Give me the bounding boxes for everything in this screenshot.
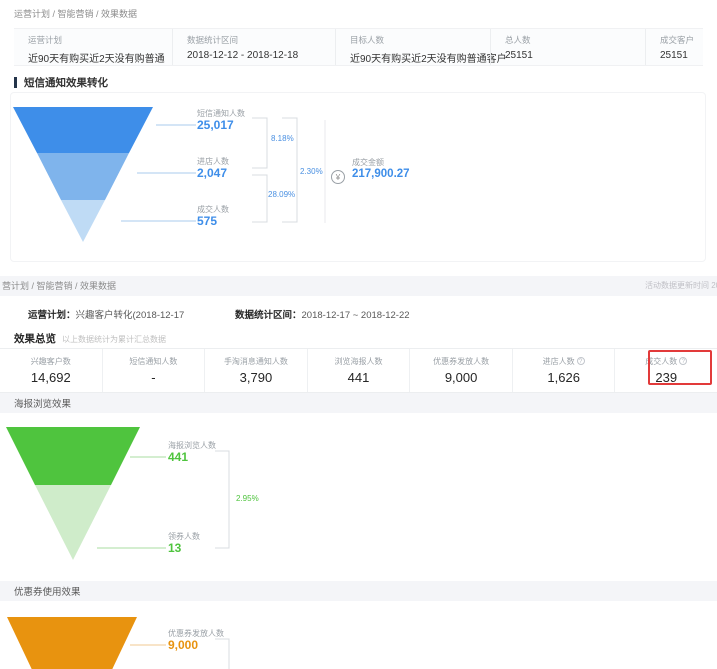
- campaign-plan-row: 运营计划：兴趣客户转化(2018-12-17: [28, 305, 184, 323]
- range-value: 2018-12-17 ~ 2018-12-22: [302, 310, 410, 321]
- funnel-step-value: 2,047: [197, 166, 227, 180]
- stat-cell: 进店人数? 1,626: [512, 349, 615, 392]
- stat-label: 手淘消息通知人数: [205, 356, 307, 367]
- poster-section-band: 海报浏览效果: [0, 393, 717, 413]
- coupon-section-band: 优惠券使用效果: [0, 581, 717, 601]
- info-value: 近90天有购买近2天没有购普通: [28, 50, 172, 65]
- stat-value: -: [103, 370, 205, 385]
- info-cell-target: 目标人数 近90天有购买近2天没有购普通客户: [335, 29, 490, 65]
- info-value: 25151: [660, 50, 703, 61]
- stat-label: 优惠券发放人数: [410, 356, 512, 367]
- stat-label: 进店人数?: [513, 356, 615, 367]
- info-cell-total: 总人数 25151: [490, 29, 645, 65]
- stat-cell: 优惠券发放人数 9,000: [409, 349, 512, 392]
- conversion-rate-step1: 8.18%: [271, 134, 294, 143]
- info-label: 成交客户: [660, 34, 703, 46]
- info-value: 25151: [505, 50, 645, 61]
- overview-title: 效果总览: [14, 331, 56, 346]
- info-cell-range: 数据统计区间 2018-12-12 - 2018-12-18: [172, 29, 335, 65]
- highlight-box: [648, 350, 712, 385]
- range-label: 数据统计区间：: [235, 310, 302, 321]
- stat-cell: 兴趣客户数 14,692: [0, 349, 102, 392]
- section-title-sms: 短信通知效果转化: [14, 75, 108, 90]
- stat-label: 兴趣客户数: [0, 356, 102, 367]
- currency-yen-icon: ¥: [331, 170, 345, 184]
- stat-value: 1,626: [513, 370, 615, 385]
- info-value: 2018-12-12 - 2018-12-18: [187, 50, 335, 61]
- overview-stats-table: 兴趣客户数 14,692 短信通知人数 - 手淘消息通知人数 3,790 浏览海…: [0, 348, 717, 393]
- stat-cell: 短信通知人数 -: [102, 349, 205, 392]
- stat-value: 3,790: [205, 370, 307, 385]
- conversion-rate-total: 2.30%: [300, 167, 323, 176]
- info-value: 近90天有购买近2天没有购普通客户: [350, 50, 490, 65]
- deal-amount-label: 成交金额: [352, 157, 384, 168]
- plan-value: 兴趣客户转化(2018-12-17: [76, 310, 185, 321]
- campaign-breadcrumb-band: 营计划 / 智能营销 / 效果数据 活动数据更新时间 2018-12: [0, 276, 717, 296]
- help-icon[interactable]: ?: [577, 357, 585, 365]
- info-label: 总人数: [505, 34, 645, 46]
- data-update-time: 活动数据更新时间 2018-12: [645, 276, 717, 296]
- conversion-rate-step2: 28.09%: [268, 190, 295, 199]
- plan-label: 运营计划：: [28, 310, 76, 321]
- sms-funnel-chart: 短信通知人数 25,017 进店人数 2,047 成交人数 575 8.18% …: [0, 93, 717, 265]
- info-label: 运营计划: [28, 34, 172, 46]
- coupon-section-title: 优惠券使用效果: [14, 587, 81, 598]
- conversion-rate: 2.95%: [236, 494, 259, 503]
- info-cell-plan: 运营计划 近90天有购买近2天没有购普通: [14, 29, 172, 65]
- stat-label: 短信通知人数: [103, 356, 205, 367]
- stat-label: 浏览海报人数: [308, 356, 410, 367]
- funnel-step-value: 13: [168, 541, 181, 555]
- coupon-funnel-graphic: [0, 599, 717, 669]
- campaign-info-table: 运营计划 近90天有购买近2天没有购普通 数据统计区间 2018-12-12 -…: [14, 28, 703, 66]
- breadcrumb[interactable]: 运营计划 / 智能营销 / 效果数据: [14, 7, 137, 20]
- stat-value: 441: [308, 370, 410, 385]
- funnel-step-value: 25,017: [197, 118, 234, 132]
- stat-cell: 浏览海报人数 441: [307, 349, 410, 392]
- deal-amount-value: 217,900.27: [352, 168, 410, 180]
- info-cell-deal: 成交客户 25151: [645, 29, 703, 65]
- poster-funnel-graphic: [0, 413, 717, 575]
- poster-funnel-chart: 海报浏览人数 441 领券人数 13 2.95%: [0, 413, 717, 575]
- title-bar-marker: [14, 77, 17, 88]
- stat-cell: 手淘消息通知人数 3,790: [204, 349, 307, 392]
- coupon-funnel-chart: 优惠券发放人数 9,000: [0, 599, 717, 669]
- info-label: 目标人数: [350, 34, 490, 46]
- section-title-text: 短信通知效果转化: [24, 75, 108, 90]
- info-label: 数据统计区间: [187, 34, 335, 46]
- poster-section-title: 海报浏览效果: [14, 399, 71, 410]
- funnel-step-value: 441: [168, 450, 188, 464]
- funnel-step-value: 575: [197, 214, 217, 228]
- breadcrumb[interactable]: 营计划 / 智能营销 / 效果数据: [2, 276, 116, 296]
- funnel-step-value: 9,000: [168, 638, 198, 652]
- campaign-range-row: 数据统计区间：2018-12-17 ~ 2018-12-22: [235, 305, 410, 323]
- stat-value: 9,000: [410, 370, 512, 385]
- stat-value: 14,692: [0, 370, 102, 385]
- overview-note: 以上数据统计为累计汇总数据: [62, 334, 166, 345]
